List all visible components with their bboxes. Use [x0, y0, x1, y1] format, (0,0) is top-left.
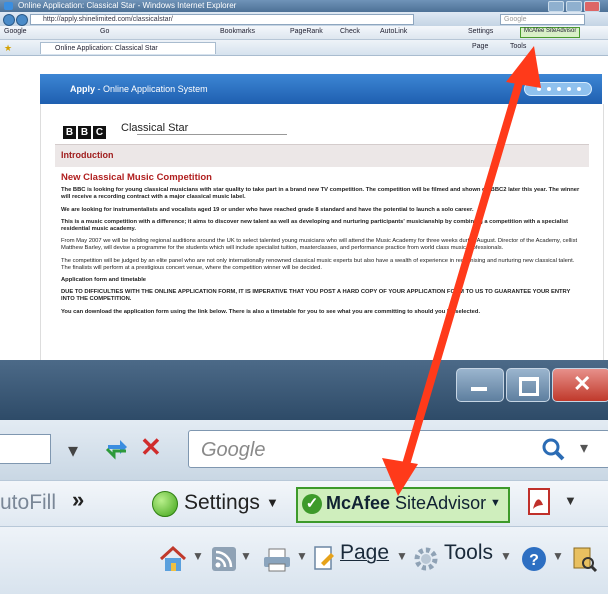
print-dropdown-icon[interactable]: ▼ — [296, 549, 308, 563]
tools-menu-small[interactable]: Tools — [510, 43, 526, 50]
bbc-logo: BBC — [63, 122, 108, 140]
article-paragraph: You can download the application form us… — [61, 308, 481, 315]
mcafee-check-icon: ✓ — [302, 494, 322, 514]
mcafee-siteadvisor-button[interactable]: ✓ McAfee SiteAdvisor ▼ — [296, 487, 510, 523]
forward-icon[interactable] — [16, 14, 28, 26]
check-button[interactable]: Check — [340, 28, 360, 35]
mcafee-small-label: McAfee SiteAdvisor — [524, 28, 577, 34]
home-dropdown-icon[interactable]: ▼ — [192, 549, 204, 563]
research-icon[interactable] — [570, 545, 598, 573]
window-titlebar: Online Application: Classical Star - Win… — [0, 0, 608, 12]
address-dropdown-icon[interactable]: ▾ — [68, 438, 78, 463]
bookmarks-button[interactable]: Bookmarks — [220, 28, 255, 35]
search-input-small[interactable]: Google — [500, 14, 585, 25]
autolink-button[interactable]: AutoLink — [380, 28, 407, 35]
settings-button-small[interactable]: Settings — [468, 28, 493, 35]
application-page: BBC Classical Star Introduction New Clas… — [40, 104, 604, 380]
google-toolbar-zoomed: utoFill » Settings ▼ ✓ McAfee SiteAdviso… — [0, 480, 608, 527]
window-title: Online Application: Classical Star - Win… — [18, 1, 237, 10]
command-bar-zoomed: ▼ ▼ ▼ Page ▼ Tools ▼ ? ▼ — [0, 526, 608, 594]
apply-subtitle: - Online Application System — [97, 84, 208, 94]
google-go-button[interactable]: Go — [100, 28, 109, 35]
browser-screenshot: Online Application: Classical Star - Win… — [0, 0, 608, 380]
article-paragraph: From May 2007 we will be holding regiona… — [61, 238, 578, 252]
search-placeholder: Google — [201, 439, 266, 461]
refresh-icon[interactable] — [104, 436, 130, 460]
feeds-icon[interactable] — [210, 545, 238, 573]
pdf-dropdown-icon[interactable]: ▼ — [564, 493, 577, 508]
help-dropdown-icon[interactable]: ▼ — [552, 549, 564, 563]
zoomed-toolbar-screenshot: ✕ ▾ ✕ Google ▾ utoFill » Settings ▼ ✓ Mc… — [0, 360, 608, 594]
address-bar-row: http://apply.shinelimited.com/classicals… — [0, 12, 608, 26]
back-icon[interactable] — [3, 14, 15, 26]
favorites-star-icon[interactable]: ★ — [4, 43, 12, 54]
help-icon[interactable]: ? — [520, 545, 548, 573]
close-icon: ✕ — [573, 371, 592, 396]
home-icon[interactable] — [158, 545, 188, 573]
more-chevron-icon[interactable]: » — [72, 487, 84, 513]
paragraph-list: The BBC is looking for young classical m… — [61, 187, 581, 316]
address-field-edge[interactable] — [0, 434, 51, 464]
section-title: Introduction — [61, 150, 114, 160]
maximize-small-button[interactable] — [566, 1, 582, 12]
tab-classical-star[interactable]: Online Application: Classical Star — [40, 42, 216, 54]
apply-title: Apply - Online Application System — [70, 84, 208, 94]
tools-gear-icon[interactable] — [412, 545, 440, 573]
page-dropdown-icon[interactable]: ▼ — [396, 549, 408, 563]
mcafee-label: McAfee SiteAdvisor — [326, 493, 487, 513]
mcafee-dropdown-icon: ▼ — [490, 497, 501, 509]
brand-title: Classical Star — [121, 122, 189, 134]
maximize-button[interactable] — [506, 368, 550, 402]
page-menu[interactable]: Page — [340, 541, 389, 565]
stop-icon[interactable]: ✕ — [140, 432, 162, 463]
page-menu-small[interactable]: Page — [472, 43, 488, 50]
settings-dropdown-icon: ▼ — [266, 495, 279, 510]
svg-text:?: ? — [529, 552, 539, 569]
article-paragraph: DUE TO DIFFICULTIES WITH THE ONLINE APPL… — [61, 289, 571, 303]
search-row-zoomed: ▾ ✕ Google ▾ — [0, 420, 608, 480]
mcafee-button-small[interactable]: McAfee SiteAdvisor — [520, 27, 580, 38]
page-icon[interactable] — [312, 545, 336, 573]
tools-menu[interactable]: Tools — [444, 541, 493, 565]
article-heading: New Classical Music Competition — [61, 172, 212, 183]
article-paragraph: The BBC is looking for young classical m… — [61, 187, 580, 201]
google-toolbar: Google Go Bookmarks PageRank Check AutoL… — [0, 26, 608, 40]
apply-label: Apply — [70, 84, 96, 94]
maximize-icon — [519, 377, 539, 396]
close-small-button[interactable] — [584, 1, 600, 12]
minimize-button[interactable] — [456, 368, 504, 402]
section-band: Introduction — [55, 144, 589, 167]
close-button[interactable]: ✕ — [552, 368, 608, 402]
settings-button[interactable]: Settings ▼ — [150, 489, 290, 519]
article-paragraph: This is a music competition with a diffe… — [61, 218, 569, 233]
pdf-icon[interactable] — [526, 487, 554, 517]
page-content: Apply - Online Application System BBC Cl… — [0, 56, 608, 380]
minimize-small-button[interactable] — [548, 1, 564, 12]
article-paragraph: Application form and timetable — [61, 277, 147, 284]
header-dots-decoration — [524, 82, 592, 96]
window-frame-zoomed: ✕ — [0, 360, 608, 420]
tools-dropdown-icon[interactable]: ▼ — [500, 549, 512, 563]
search-icon[interactable] — [540, 436, 566, 462]
minimize-icon — [471, 387, 487, 391]
article-body: New Classical Music Competition The BBC … — [61, 172, 581, 321]
feeds-dropdown-icon[interactable]: ▼ — [240, 549, 252, 563]
search-options-dropdown-icon[interactable]: ▾ — [580, 438, 588, 458]
article-paragraph: We are looking for instrumentalists and … — [61, 206, 474, 213]
apply-header: Apply - Online Application System — [40, 74, 602, 104]
article-paragraph: The competition will be judged by an eli… — [61, 257, 575, 271]
google-toolbar-logo[interactable]: Google — [4, 28, 27, 35]
settings-green-dot-icon — [152, 491, 178, 517]
address-input[interactable]: http://apply.shinelimited.com/classicals… — [30, 14, 414, 25]
brand-underline — [137, 134, 287, 135]
settings-label: Settings — [184, 491, 260, 514]
autofill-button[interactable]: utoFill — [0, 491, 56, 515]
pagerank-button[interactable]: PageRank — [290, 28, 323, 35]
print-icon[interactable] — [262, 547, 292, 573]
tab-label: Online Application: Classical Star — [55, 45, 158, 52]
tab-row: ★ Online Application: Classical Star Pag… — [0, 40, 608, 56]
ie-icon — [4, 2, 13, 10]
